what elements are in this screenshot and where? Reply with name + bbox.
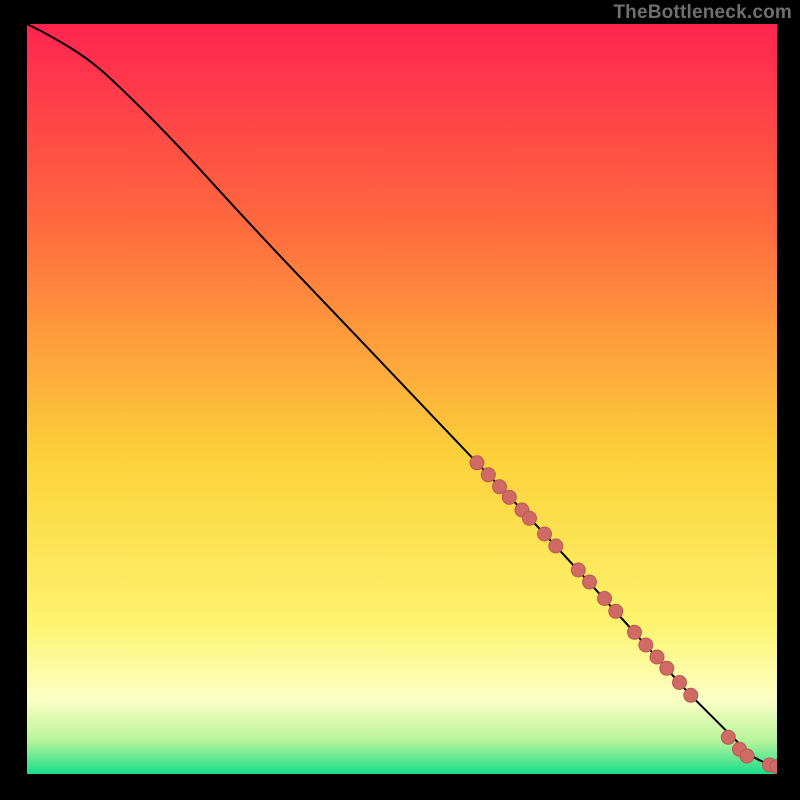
data-dot — [549, 539, 563, 553]
data-dot — [538, 527, 552, 541]
data-dot — [609, 604, 623, 618]
plot-area — [27, 24, 777, 774]
data-dot — [628, 625, 642, 639]
chart-svg — [27, 24, 777, 774]
data-dot — [502, 490, 516, 504]
data-dot — [523, 511, 537, 525]
data-dot — [598, 592, 612, 606]
data-dot — [650, 650, 664, 664]
data-dot — [721, 730, 735, 744]
data-dot — [684, 688, 698, 702]
data-dot — [571, 563, 585, 577]
data-dot — [481, 468, 495, 482]
data-dot — [583, 575, 597, 589]
data-dot — [470, 456, 484, 470]
data-dot — [639, 638, 653, 652]
data-dot — [673, 676, 687, 690]
data-dot — [740, 749, 754, 763]
watermark-text: TheBottleneck.com — [613, 2, 792, 24]
chart-frame: TheBottleneck.com — [0, 0, 800, 800]
data-dot — [660, 661, 674, 675]
